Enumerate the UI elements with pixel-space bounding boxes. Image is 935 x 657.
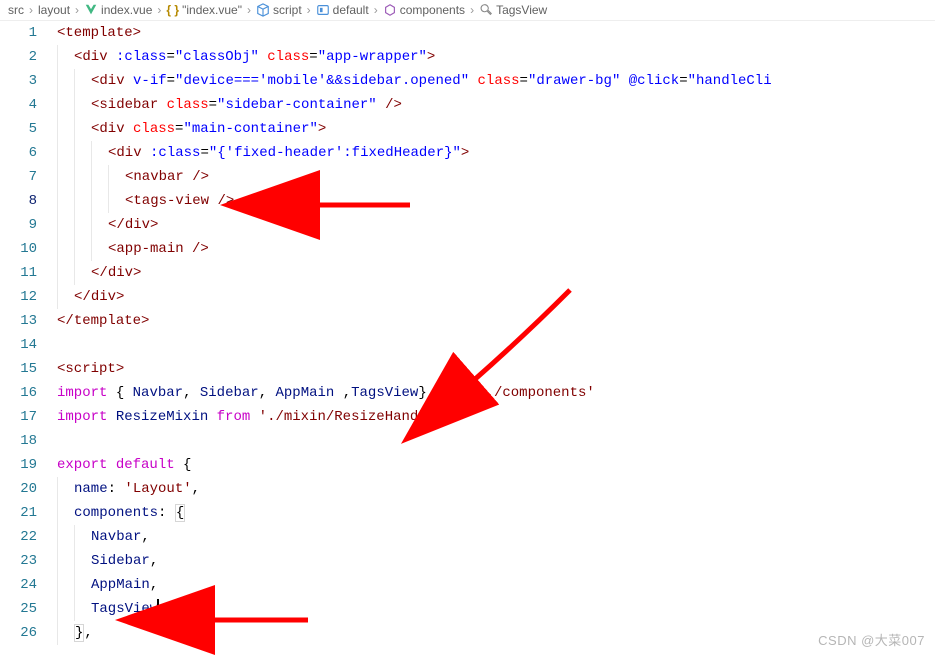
line-number: 12 <box>0 285 37 309</box>
line-number: 4 <box>0 93 37 117</box>
code-line[interactable]: <template> <box>55 21 935 45</box>
code-line[interactable] <box>55 429 935 453</box>
line-number: 14 <box>0 333 37 357</box>
line-number: 22 <box>0 525 37 549</box>
code-line[interactable]: components: { <box>55 501 935 525</box>
breadcrumb-item[interactable]: default <box>316 3 369 17</box>
code-line[interactable]: </div> <box>55 285 935 309</box>
code-line[interactable]: </div> <box>55 213 935 237</box>
breadcrumb-separator: › <box>247 3 251 17</box>
code-line[interactable]: export default { <box>55 453 935 477</box>
text-cursor <box>157 599 159 617</box>
code-line[interactable]: name: 'Layout', <box>55 477 935 501</box>
line-number: 11 <box>0 261 37 285</box>
breadcrumb-item[interactable]: index.vue <box>84 3 152 17</box>
line-number: 2 <box>0 45 37 69</box>
code-line[interactable]: <div :class="{'fixed-header':fixedHeader… <box>55 141 935 165</box>
code-line[interactable]: AppMain, <box>55 573 935 597</box>
breadcrumb: src › layout › index.vue › { }"index.vue" › scri… <box>0 0 935 21</box>
code-line[interactable]: import ResizeMixin from './mixin/ResizeH… <box>55 405 935 429</box>
breadcrumb-separator: › <box>470 3 474 17</box>
line-number: 20 <box>0 477 37 501</box>
code-line[interactable]: <tags-view /> <box>55 189 935 213</box>
breadcrumb-label: layout <box>38 3 70 17</box>
code-line[interactable]: TagsView <box>55 597 935 621</box>
breadcrumb-item[interactable]: TagsView <box>479 3 547 17</box>
code-line[interactable]: <navbar /> <box>55 165 935 189</box>
line-number: 9 <box>0 213 37 237</box>
code-line[interactable]: import { Navbar, Sidebar, AppMain ,TagsV… <box>55 381 935 405</box>
breadcrumb-label: index.vue <box>101 3 152 17</box>
code-editor[interactable]: 1234567891011121314151617181920212223242… <box>0 21 935 656</box>
breadcrumb-item[interactable]: { }"index.vue" <box>166 3 242 17</box>
line-number: 10 <box>0 237 37 261</box>
code-line[interactable]: <div v-if="device==='mobile'&&sidebar.op… <box>55 69 935 93</box>
line-number: 24 <box>0 573 37 597</box>
line-number: 18 <box>0 429 37 453</box>
breadcrumb-item[interactable]: script <box>256 3 302 17</box>
code-line[interactable]: </div> <box>55 261 935 285</box>
line-number: 21 <box>0 501 37 525</box>
line-number: 15 <box>0 357 37 381</box>
code-line[interactable]: <div class="main-container"> <box>55 117 935 141</box>
line-number: 23 <box>0 549 37 573</box>
code-line[interactable]: <app-main /> <box>55 237 935 261</box>
breadcrumb-label: "index.vue" <box>182 3 242 17</box>
line-number: 1 <box>0 21 37 45</box>
code-area[interactable]: <template><div :class="classObj" class="… <box>55 21 935 656</box>
line-number: 13 <box>0 309 37 333</box>
code-line[interactable]: <script> <box>55 357 935 381</box>
line-number: 17 <box>0 405 37 429</box>
breadcrumb-item[interactable]: components <box>383 3 465 17</box>
code-line[interactable]: <div :class="classObj" class="app-wrappe… <box>55 45 935 69</box>
line-number: 6 <box>0 141 37 165</box>
breadcrumb-label: components <box>400 3 465 17</box>
code-line[interactable]: Sidebar, <box>55 549 935 573</box>
breadcrumb-separator: › <box>157 3 161 17</box>
line-number: 19 <box>0 453 37 477</box>
code-line[interactable]: }, <box>55 621 935 645</box>
line-number: 16 <box>0 381 37 405</box>
breadcrumb-item[interactable]: src <box>8 3 24 17</box>
breadcrumb-separator: › <box>75 3 79 17</box>
breadcrumb-label: script <box>273 3 302 17</box>
line-number: 8 <box>0 189 37 213</box>
breadcrumb-label: src <box>8 3 24 17</box>
line-number: 7 <box>0 165 37 189</box>
line-number: 25 <box>0 597 37 621</box>
watermark: CSDN @大菜007 <box>818 630 925 649</box>
breadcrumb-separator: › <box>374 3 378 17</box>
line-number-gutter: 1234567891011121314151617181920212223242… <box>0 21 55 656</box>
breadcrumb-item[interactable]: layout <box>38 3 70 17</box>
code-line[interactable]: </template> <box>55 309 935 333</box>
line-number: 26 <box>0 621 37 645</box>
code-line[interactable] <box>55 333 935 357</box>
line-number: 5 <box>0 117 37 141</box>
breadcrumb-label: default <box>333 3 369 17</box>
code-line[interactable]: <sidebar class="sidebar-container" /> <box>55 93 935 117</box>
breadcrumb-label: TagsView <box>496 3 547 17</box>
breadcrumb-separator: › <box>29 3 33 17</box>
breadcrumb-separator: › <box>307 3 311 17</box>
line-number: 3 <box>0 69 37 93</box>
code-line[interactable]: Navbar, <box>55 525 935 549</box>
